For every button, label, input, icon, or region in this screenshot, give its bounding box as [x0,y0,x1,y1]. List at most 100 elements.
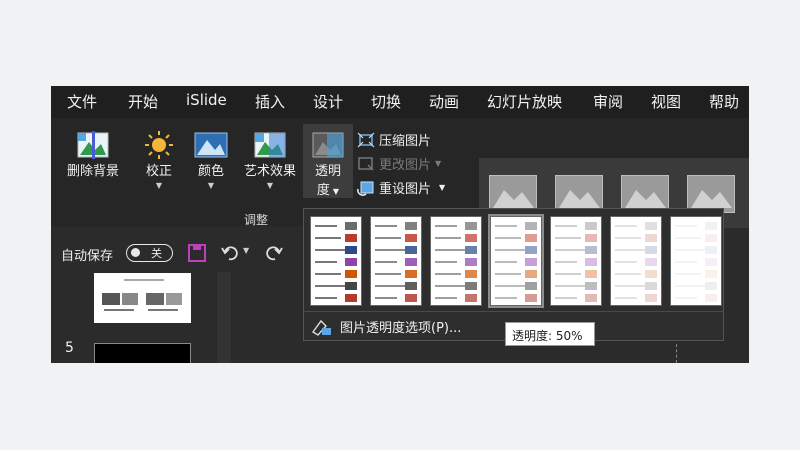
transparency-button[interactable]: 透明 度 ▼ [303,124,353,198]
tab-review[interactable]: 审阅 [593,91,623,112]
transparency-preview [311,217,361,305]
color-button[interactable]: 颜色 ▼ [189,130,233,190]
transparency-option[interactable] [610,216,662,306]
corrections-label: 校正 [145,164,172,179]
preview-text-line [375,297,397,299]
preview-image-block [585,294,597,302]
tab-insert[interactable]: 插入 [255,91,285,112]
preview-image-block [645,234,657,242]
preview-image-block [405,222,417,230]
preview-image-block [465,294,477,302]
preview-text-line [435,273,461,275]
transparency-option[interactable] [550,216,602,306]
transparency-options-icon [311,319,331,336]
save-icon[interactable] [188,244,206,262]
tab-help[interactable]: 帮助 [709,91,739,112]
preview-image-block [645,222,657,230]
tab-transitions[interactable]: 切换 [371,91,401,112]
slide-thumbnail[interactable] [94,273,191,323]
preview-text-line [615,249,645,251]
preview-image-block [525,294,537,302]
preview-text-line [615,237,641,239]
tab-slideshow[interactable]: 幻灯片放映 [487,91,562,112]
chevron-down-icon: ▼ [207,181,215,190]
compress-label: 压缩图片 [379,134,432,149]
transparency-option-selected[interactable] [488,214,544,308]
preview-text-line [495,297,517,299]
preview-text-line [675,237,701,239]
preview-text-line [495,285,525,287]
compress-pictures-button[interactable]: 压缩图片 [357,130,431,149]
preview-image-block [705,246,717,254]
preview-text-line [315,285,345,287]
preview-image-block [345,294,357,302]
preview-text-line [375,261,397,263]
undo-icon[interactable] [221,244,241,262]
artistic-effects-button[interactable]: 艺术效果 ▼ [238,130,302,190]
preview-image-block [465,270,477,278]
slide-thumbnail[interactable] [94,343,191,363]
preview-text-line [555,261,577,263]
slide-preview-icon [102,279,182,311]
redo-icon[interactable] [263,244,283,262]
preview-text-line [615,225,637,227]
preview-image-block [465,246,477,254]
sun-icon [145,131,173,159]
preview-image-block [705,234,717,242]
preview-image-block [405,234,417,242]
preview-image-block [405,282,417,290]
preview-text-line [435,285,465,287]
preview-image-block [585,234,597,242]
picture-style-icon [625,190,666,208]
transparency-icon [312,132,344,158]
transparency-option[interactable] [670,216,722,306]
preview-text-line [315,297,337,299]
transparency-preview [491,217,541,305]
autosave-toggle[interactable]: 关 [126,244,173,262]
transparency-label-line1: 透明 [314,164,341,179]
tab-view[interactable]: 视图 [651,91,681,112]
preview-text-line [435,225,457,227]
tab-design[interactable]: 设计 [313,91,343,112]
reset-picture-button[interactable]: 重设图片 ▼ [357,178,445,197]
change-picture-button[interactable]: 更改图片 ▼ [357,154,441,173]
preview-image-block [645,258,657,266]
preview-image-block [525,222,537,230]
preview-text-line [435,249,465,251]
tab-islide[interactable]: iSlide [186,91,227,109]
preview-text-line [435,297,457,299]
reset-picture-label: 重设图片 [379,182,432,197]
transparency-preview [671,217,721,305]
chevron-down-icon[interactable]: ▼ [243,246,249,255]
preview-image-block [345,246,357,254]
quick-access-toolbar: 自动保存 关 ▼ [51,236,301,268]
preview-image-block [645,294,657,302]
preview-image-block [345,270,357,278]
tab-animations[interactable]: 动画 [429,91,459,112]
picture-transparency-options-item[interactable]: 图片透明度选项(P)... [310,317,461,336]
tab-file[interactable]: 文件 [67,91,97,112]
corrections-button[interactable]: 校正 ▼ [139,130,179,190]
preview-text-line [435,261,457,263]
preview-image-block [645,270,657,278]
preview-text-line [675,297,697,299]
autosave-label: 自动保存 [61,249,114,264]
preview-text-line [495,273,521,275]
tab-home[interactable]: 开始 [128,91,158,112]
preview-text-line [675,273,701,275]
chevron-down-icon: ▼ [439,183,446,192]
preview-image-block [705,294,717,302]
preview-text-line [495,261,517,263]
transparency-option[interactable] [370,216,422,306]
transparency-option[interactable] [310,216,362,306]
remove-background-button[interactable]: 删除背景 [61,130,125,179]
slide-thumbnail-pane: 5 [51,268,239,363]
preview-text-line [315,225,337,227]
preview-text-line [315,249,345,251]
change-picture-label: 更改图片 [379,158,432,173]
transparency-option[interactable] [430,216,482,306]
slide-pane-scrollbar[interactable] [217,272,231,363]
transparency-preview [431,217,481,305]
dropdown-separator [304,311,723,312]
preview-text-line [675,249,705,251]
